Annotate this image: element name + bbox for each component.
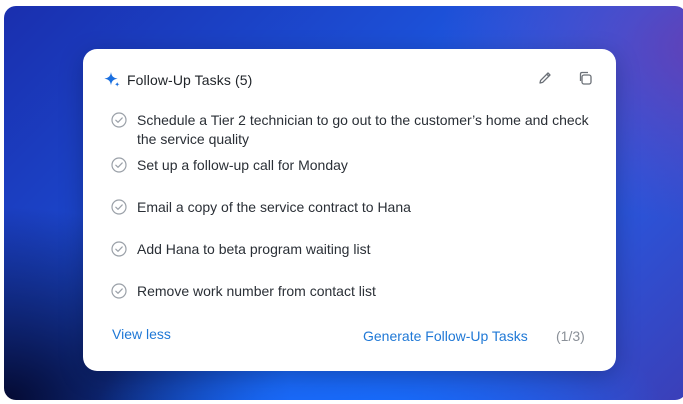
copy-icon: [577, 70, 593, 91]
generate-follow-up-tasks-button[interactable]: Generate Follow-Up Tasks: [363, 328, 528, 344]
task-text: Email a copy of the service contract to …: [137, 199, 411, 215]
check-circle-icon: [111, 112, 127, 128]
background-panel: Follow-Up Tasks (5) Schedule a Tier 2 te…: [4, 6, 683, 400]
task-item[interactable]: Remove work number from contact list: [111, 282, 591, 301]
task-item[interactable]: Set up a follow-up call for Monday: [111, 156, 591, 175]
task-text: Schedule a Tier 2 technician to go out t…: [137, 112, 589, 147]
task-text: Add Hana to beta program waiting list: [137, 241, 371, 257]
check-circle-icon: [111, 241, 127, 257]
card-title-text: Follow-Up Tasks: [127, 72, 231, 88]
edit-button[interactable]: [534, 69, 556, 91]
pager-indicator: (1/3): [556, 328, 585, 344]
check-circle-icon: [111, 199, 127, 215]
check-circle-icon: [111, 283, 127, 299]
sparkle-icon: [103, 71, 121, 89]
task-count: (5): [234, 72, 253, 88]
task-text: Remove work number from contact list: [137, 283, 376, 299]
card-title: Follow-Up Tasks (5): [127, 72, 252, 88]
copy-button[interactable]: [574, 69, 596, 91]
task-text: Set up a follow-up call for Monday: [137, 157, 348, 173]
task-item[interactable]: Schedule a Tier 2 technician to go out t…: [111, 111, 591, 149]
follow-up-tasks-card: Follow-Up Tasks (5) Schedule a Tier 2 te…: [83, 49, 616, 371]
pencil-icon: [537, 70, 553, 91]
check-circle-icon: [111, 157, 127, 173]
card-header: Follow-Up Tasks (5): [83, 49, 616, 109]
task-item[interactable]: Add Hana to beta program waiting list: [111, 240, 591, 259]
view-less-link[interactable]: View less: [112, 326, 171, 342]
task-item[interactable]: Email a copy of the service contract to …: [111, 198, 591, 217]
